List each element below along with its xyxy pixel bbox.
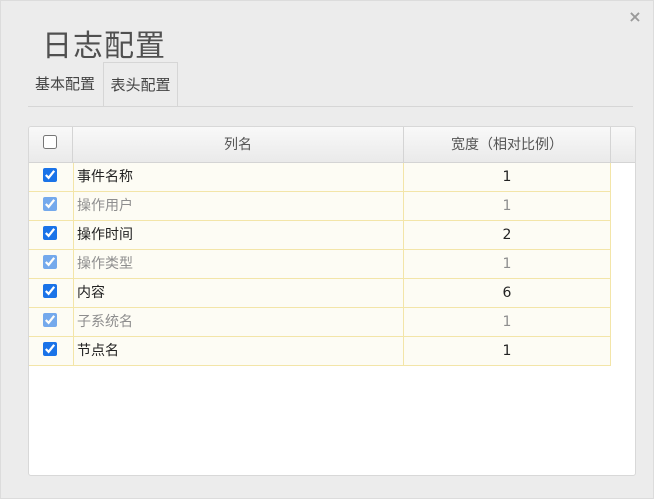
tab-basic-config[interactable]: 基本配置 xyxy=(28,62,102,105)
column-width-cell[interactable]: 1 xyxy=(404,163,611,191)
table-row: 事件名称 1 xyxy=(29,163,611,192)
column-config-table: 列名 宽度（相对比例） 事件名称 1 操作用户 1 操作时间 2 操作类型 1 内容 6 子系统名 1… xyxy=(28,126,636,476)
column-name-cell: 操作类型 xyxy=(73,250,404,278)
column-name-cell: 节点名 xyxy=(73,337,404,365)
log-config-dialog: × 日志配置 基本配置 表头配置 列名 宽度（相对比例） 事件名称 1 操作用户 1 操… xyxy=(0,0,654,499)
row-checkbox-cell xyxy=(29,337,73,365)
row-visible-checkbox[interactable] xyxy=(43,284,57,298)
column-name-cell: 操作用户 xyxy=(73,192,404,220)
table-header: 列名 宽度（相对比例） xyxy=(29,127,635,163)
column-width-cell[interactable]: 1 xyxy=(404,192,611,220)
row-visible-checkbox[interactable] xyxy=(43,226,57,240)
header-width: 宽度（相对比例） xyxy=(404,127,611,162)
column-name-cell: 操作时间 xyxy=(73,221,404,249)
row-visible-checkbox[interactable] xyxy=(43,313,57,327)
close-icon[interactable]: × xyxy=(626,7,644,27)
row-visible-checkbox[interactable] xyxy=(43,255,57,269)
column-width-cell[interactable]: 2 xyxy=(404,221,611,249)
header-checkbox-cell xyxy=(29,127,73,162)
table-row: 操作用户 1 xyxy=(29,192,611,221)
row-checkbox-cell xyxy=(29,279,73,307)
table-row: 操作时间 2 xyxy=(29,221,611,250)
table-row: 操作类型 1 xyxy=(29,250,611,279)
column-width-cell[interactable]: 1 xyxy=(404,250,611,278)
tab-header-config[interactable]: 表头配置 xyxy=(103,62,178,106)
row-visible-checkbox[interactable] xyxy=(43,197,57,211)
column-width-cell[interactable]: 6 xyxy=(404,279,611,307)
row-checkbox-cell xyxy=(29,163,73,191)
column-width-cell[interactable]: 1 xyxy=(404,308,611,336)
column-name-cell: 子系统名 xyxy=(73,308,404,336)
column-name-cell: 内容 xyxy=(73,279,404,307)
row-checkbox-cell xyxy=(29,308,73,336)
table-row: 节点名 1 xyxy=(29,337,611,366)
table-row: 内容 6 xyxy=(29,279,611,308)
row-visible-checkbox[interactable] xyxy=(43,168,57,182)
table-row: 子系统名 1 xyxy=(29,308,611,337)
table-body: 事件名称 1 操作用户 1 操作时间 2 操作类型 1 内容 6 子系统名 1 节点名 1 xyxy=(29,163,611,366)
header-spacer xyxy=(611,127,635,162)
row-checkbox-cell xyxy=(29,192,73,220)
tab-bar: 基本配置 表头配置 xyxy=(28,62,633,107)
row-checkbox-cell xyxy=(29,250,73,278)
column-name-cell: 事件名称 xyxy=(73,163,404,191)
column-width-cell[interactable]: 1 xyxy=(404,337,611,365)
header-column-name: 列名 xyxy=(73,127,404,162)
row-checkbox-cell xyxy=(29,221,73,249)
row-visible-checkbox[interactable] xyxy=(43,342,57,356)
select-all-checkbox[interactable] xyxy=(43,135,57,149)
dialog-title: 日志配置 xyxy=(42,29,166,64)
